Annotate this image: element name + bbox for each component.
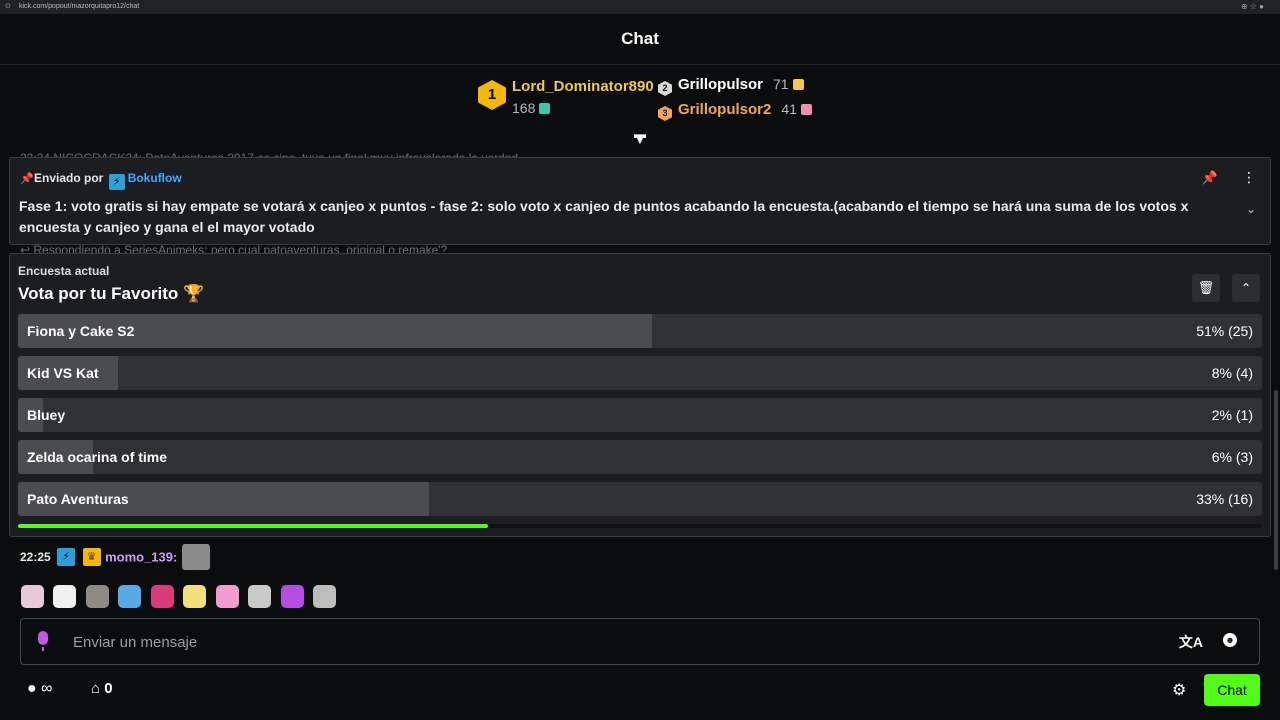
rank-1-number: 1 bbox=[487, 86, 497, 103]
poll-option-name: Kid VS Kat bbox=[27, 365, 99, 381]
leaderboard-second-count: 71 bbox=[773, 76, 789, 92]
poll-option-result: 33% (16) bbox=[1196, 491, 1253, 507]
chevron-down-icon[interactable]: ⌄ bbox=[1246, 202, 1256, 216]
chat-message-input[interactable] bbox=[71, 627, 1175, 657]
scrollbar[interactable] bbox=[1274, 390, 1278, 570]
emote-icon[interactable] bbox=[150, 585, 174, 608]
gift-icon bbox=[792, 79, 804, 90]
pinned-message: 📌Enviado por ⚡ Bokuflow Fase 1: voto grat… bbox=[9, 157, 1271, 245]
emote-row bbox=[21, 585, 341, 608]
url-text[interactable]: kick.com/popout/mazorquitapro12/chat bbox=[19, 0, 139, 14]
rank-1-badge-icon: 1 bbox=[478, 80, 506, 110]
poll-option[interactable]: Kid VS Kat 8% (4) bbox=[18, 356, 1262, 390]
poll-option-name: Fiona y Cake S2 bbox=[27, 323, 135, 339]
translate-icon[interactable]: 文A bbox=[1179, 632, 1203, 652]
poll-option-result: 2% (1) bbox=[1211, 407, 1253, 423]
chat-footer: ● ∞ ⌂ 0 ⚙ Chat bbox=[0, 672, 1280, 712]
rank-2-badge-icon: 2 bbox=[658, 81, 672, 96]
cat-emote-icon[interactable] bbox=[248, 585, 272, 608]
points-icon: ● bbox=[27, 680, 37, 697]
poll-option-result: 51% (25) bbox=[1196, 323, 1253, 339]
browser-address-bar: ⊙ kick.com/popout/mazorquitapro12/chat ⊕… bbox=[0, 0, 1280, 14]
poll-option-name: Zelda ocarina of time bbox=[27, 449, 168, 465]
unpin-icon[interactable]: 📌 bbox=[1202, 170, 1218, 186]
poll-option-result: 6% (3) bbox=[1211, 449, 1253, 465]
pony-emote-icon[interactable] bbox=[215, 585, 239, 608]
browser-extension-icons[interactable]: ⊕ ☆ ● bbox=[1241, 0, 1264, 14]
emoji-icon[interactable]: ☻ bbox=[1223, 633, 1237, 647]
trash-icon[interactable]: 🗑 bbox=[1192, 274, 1220, 302]
leaderboard-first-name: Lord_Dominator890 bbox=[512, 78, 654, 95]
site-info-icon[interactable]: ⊙ bbox=[5, 3, 13, 11]
bot-badge-icon: ⚡ bbox=[108, 174, 125, 190]
message-time: 22:25 bbox=[20, 550, 51, 564]
poll-label: Encuesta actual bbox=[18, 264, 110, 278]
rank-3-number: 3 bbox=[662, 108, 668, 118]
poll-option[interactable]: Zelda ocarina of time 6% (3) bbox=[18, 440, 1262, 474]
chevron-up-icon[interactable]: ⌃ bbox=[1232, 274, 1260, 302]
gift-icon bbox=[800, 104, 812, 115]
store-icon: ⌂ bbox=[91, 680, 101, 697]
skull-emote-icon[interactable] bbox=[53, 585, 77, 608]
pony-emote-icon[interactable] bbox=[118, 585, 142, 608]
pony-emote-icon[interactable] bbox=[183, 585, 207, 608]
more-vertical-icon[interactable]: ⋮ bbox=[1242, 169, 1256, 186]
message-username[interactable]: momo_139: bbox=[105, 550, 177, 565]
collapse-leaderboard-icon[interactable]: ▬ ▼ bbox=[632, 128, 648, 146]
verified-badge-icon: ⚡ bbox=[57, 548, 76, 566]
poll-option-name: Bluey bbox=[27, 407, 66, 423]
poll-timer-bar bbox=[18, 524, 1262, 528]
leaderboard-third[interactable]: 3 Grillopulsor2 41 bbox=[658, 101, 812, 121]
emote-icon[interactable] bbox=[21, 585, 44, 608]
mic-icon[interactable] bbox=[38, 631, 48, 651]
crown-badge-icon: ♛ bbox=[82, 548, 101, 566]
page-title: Chat bbox=[621, 29, 659, 48]
rank-2-number: 2 bbox=[662, 83, 668, 93]
leaderboard-second-name: Grillopulsor bbox=[678, 76, 764, 93]
poll-panel: Encuesta actual Vota por tu Favorito 🏆 🗑… bbox=[9, 253, 1271, 537]
sent-by-label: Enviado por bbox=[34, 171, 104, 185]
store-button[interactable]: ⌂ 0 bbox=[91, 680, 113, 697]
chat-message: 22:25 ⚡ ♛ momo_139: bbox=[20, 544, 210, 570]
leaderboard-second[interactable]: 2 Grillopulsor 71 bbox=[658, 76, 804, 96]
pinned-text: Fase 1: voto gratis si hay empate se vot… bbox=[19, 198, 1189, 235]
pin-icon: 📌 bbox=[20, 173, 34, 185]
emote-icon[interactable] bbox=[313, 585, 337, 608]
cat-emote-icon[interactable] bbox=[85, 585, 109, 608]
chat-input-box: 文A ☻ bbox=[20, 618, 1260, 665]
channel-points[interactable]: ● ∞ bbox=[27, 680, 53, 698]
send-chat-button[interactable]: Chat bbox=[1204, 674, 1260, 706]
pinned-sender: 📌Enviado por ⚡ Bokuflow bbox=[20, 171, 182, 190]
points-value: ∞ bbox=[41, 680, 53, 697]
poll-timer-fill bbox=[18, 524, 489, 528]
chat-header: Chat bbox=[0, 14, 1280, 65]
leaderboard-first-count: 168 bbox=[512, 100, 536, 116]
store-count: 0 bbox=[104, 680, 113, 697]
leaderboard-third-count: 41 bbox=[781, 101, 797, 117]
poll-option[interactable]: Pato Aventuras 33% (16) bbox=[18, 482, 1262, 516]
emote-icon[interactable] bbox=[181, 544, 210, 570]
gear-icon[interactable]: ⚙ bbox=[1172, 680, 1186, 700]
emote-icon[interactable] bbox=[280, 585, 304, 608]
poll-option-name: Pato Aventuras bbox=[27, 491, 129, 507]
poll-option-result: 8% (4) bbox=[1211, 365, 1253, 381]
leaderboard-third-name: Grillopulsor2 bbox=[678, 101, 772, 118]
pinned-author[interactable]: Bokuflow bbox=[128, 171, 182, 185]
gift-icon bbox=[539, 103, 551, 114]
poll-question: Vota por tu Favorito 🏆 bbox=[18, 284, 205, 303]
poll-option[interactable]: Bluey 2% (1) bbox=[18, 398, 1262, 432]
poll-option[interactable]: Fiona y Cake S2 51% (25) bbox=[18, 314, 1262, 348]
leaderboard-first-count-wrap: 168 bbox=[512, 100, 551, 116]
rank-3-badge-icon: 3 bbox=[658, 106, 672, 121]
